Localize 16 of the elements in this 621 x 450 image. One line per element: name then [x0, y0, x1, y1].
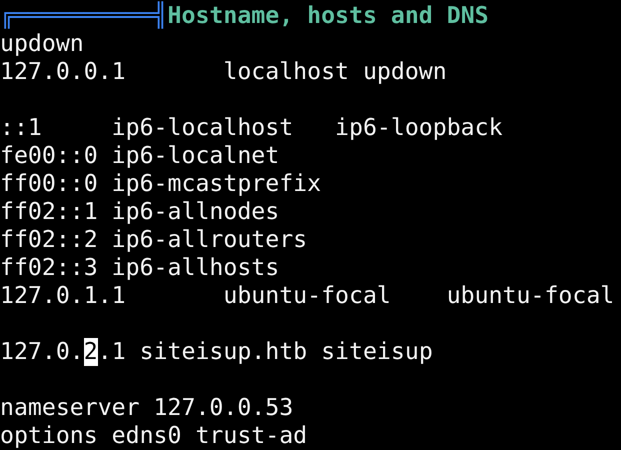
- terminal-line: nameserver 127.0.0.53: [0, 394, 294, 422]
- terminal-text: 127.0.: [0, 338, 84, 366]
- header-rule: ╔══════════╣: [0, 2, 168, 30]
- terminal-line: options edns0 trust-ad: [0, 422, 308, 450]
- terminal-line: 127.0.0.1 localhost updown: [0, 58, 447, 86]
- terminal-line: fe00::0 ip6-localnet: [0, 142, 280, 170]
- terminal-line: updown: [0, 30, 84, 58]
- section-title: Hostname, hosts and DNS: [168, 2, 489, 30]
- terminal-line: ::1 ip6-localhost ip6-loopback: [0, 114, 503, 142]
- terminal-line: ff02::1 ip6-allnodes: [0, 198, 280, 226]
- text-cursor: 2: [84, 338, 98, 366]
- terminal-line: ff02::3 ip6-allhosts: [0, 254, 280, 282]
- terminal-text: .1 siteisup.htb siteisup: [98, 338, 433, 366]
- terminal-line: 127.0.1.1 ubuntu-focal ubuntu-focal: [0, 282, 614, 310]
- terminal-line: ff00::0 ip6-mcastprefix: [0, 170, 322, 198]
- terminal-line: ff02::2 ip6-allrouters: [0, 226, 308, 254]
